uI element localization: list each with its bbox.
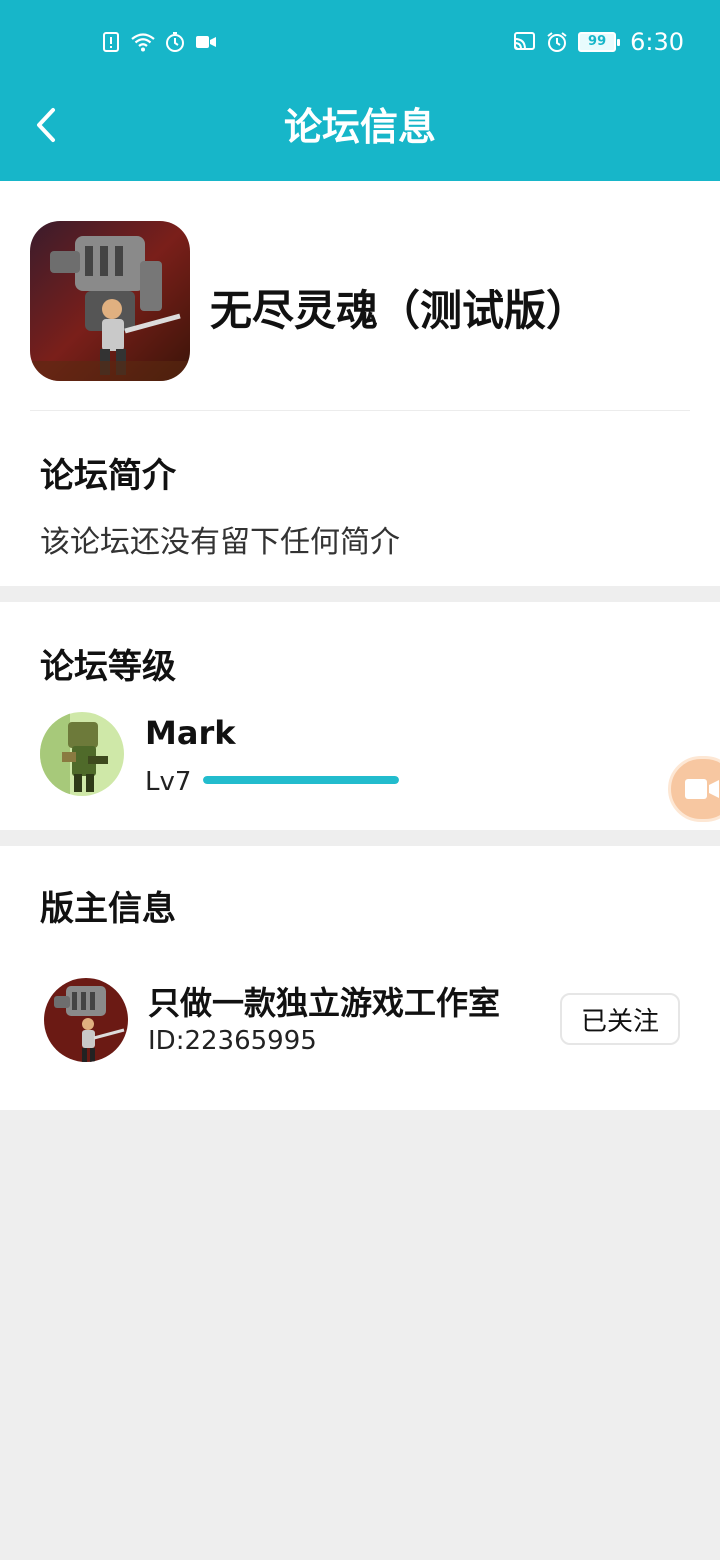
user-level-label: Lv7 xyxy=(145,767,192,797)
moderator-name: 只做一款独立游戏工作室 xyxy=(148,984,501,1022)
forum-info-card: 无尽灵魂（测试版） 论坛简介 该论坛还没有留下任何简介 xyxy=(0,181,720,586)
avatar[interactable] xyxy=(40,712,124,796)
timer-icon xyxy=(166,32,184,52)
alarm-icon xyxy=(547,32,567,52)
follow-button[interactable]: 已关注 xyxy=(560,993,680,1045)
divider xyxy=(30,410,690,411)
status-bar-left xyxy=(100,26,218,58)
moderator-avatar[interactable] xyxy=(44,978,128,1062)
sim-alert-icon xyxy=(103,32,119,52)
moderator-card: 版主信息 只做一款独立游戏工作室 ID:22365995 已关注 xyxy=(0,846,720,1110)
video-record-icon xyxy=(196,36,216,48)
level-progress-bar xyxy=(203,776,399,784)
status-bar-right: 99 6:30 xyxy=(512,26,684,58)
page-title: 论坛信息 xyxy=(283,105,436,149)
level-section-title: 论坛等级 xyxy=(40,647,176,687)
level-progress-fill xyxy=(203,776,399,784)
forum-level-card: 论坛等级 Mark Lv7 xyxy=(0,602,720,830)
battery-icon: 99 xyxy=(578,32,621,52)
battery-level: 99 xyxy=(588,34,607,49)
video-camera-icon xyxy=(685,779,719,799)
cast-icon xyxy=(514,32,536,50)
moderator-id: ID:22365995 xyxy=(148,1026,317,1056)
wifi-icon xyxy=(131,33,155,52)
user-name: Mark xyxy=(145,714,236,752)
intro-text: 该论坛还没有留下任何简介 xyxy=(40,525,400,560)
status-time: 6:30 xyxy=(630,28,684,56)
moderator-section-title: 版主信息 xyxy=(40,889,176,929)
forum-game-icon xyxy=(30,221,190,381)
top-bar: 99 6:30 论坛信息 xyxy=(0,0,720,181)
forum-name: 无尽灵魂（测试版） xyxy=(210,286,589,335)
intro-section-title: 论坛简介 xyxy=(40,456,176,496)
